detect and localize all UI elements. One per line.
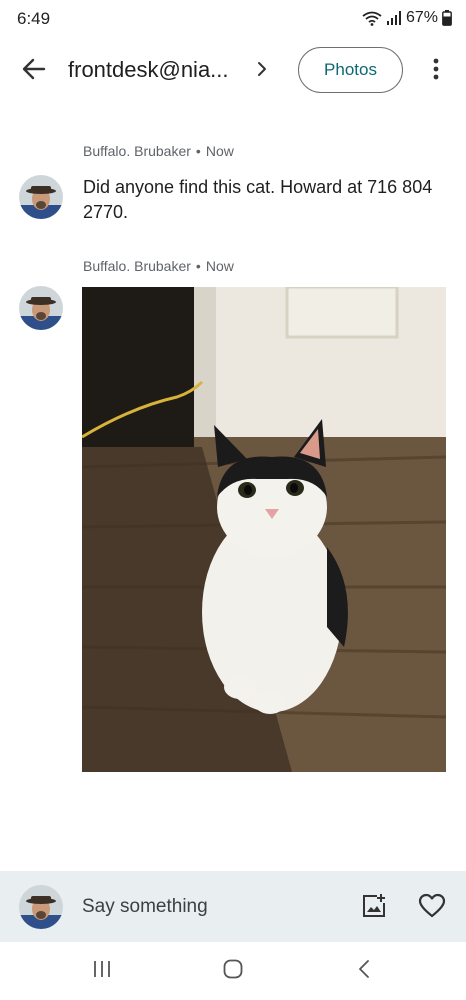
message-author: Buffalo. Brubaker [83,143,191,159]
status-bar: 6:49 67% [0,0,466,40]
avatar[interactable] [19,286,63,330]
message-text: Did anyone find this cat. Howard at 716 … [83,177,433,222]
meta-separator: • [195,258,201,274]
meta-separator: • [195,143,201,159]
signal-icon [386,11,402,25]
message-author: Buffalo. Brubaker [83,258,191,274]
conversation-details-button[interactable] [252,59,272,83]
back-button[interactable] [18,56,50,86]
conversation-title[interactable]: frontdesk@nia... [68,57,229,83]
chevron-right-icon [257,61,267,82]
add-photo-button[interactable] [360,892,388,920]
status-time: 6:49 [17,9,51,28]
message-meta: Buffalo. Brubaker • Now [83,258,234,274]
avatar[interactable] [19,175,63,219]
back-arrow-icon [22,58,46,85]
recent-apps-button[interactable] [82,957,122,985]
wifi-icon [362,10,382,26]
recent-apps-icon [92,960,112,983]
home-icon [223,959,243,984]
message-input[interactable] [82,894,342,920]
photos-button[interactable]: Photos [298,47,403,93]
more-options-button[interactable] [424,54,448,88]
more-vert-icon [433,58,439,85]
compose-bar [0,871,466,942]
heart-icon [418,893,446,923]
like-button[interactable] [418,893,446,921]
back-icon [358,959,370,984]
nav-back-button[interactable] [344,957,384,985]
shared-photo[interactable] [82,287,446,772]
system-nav-bar [0,942,466,1000]
message-meta: Buffalo. Brubaker • Now [83,143,234,159]
battery-percent: 67% [405,9,438,26]
message-time: Now [205,143,234,159]
home-button[interactable] [213,957,253,985]
add-photo-icon [360,894,388,924]
status-icons: 67% [362,9,452,27]
message-time: Now [205,258,234,274]
battery-icon [442,10,452,26]
avatar[interactable] [19,885,63,929]
app-bar: frontdesk@nia... Photos [0,40,466,102]
